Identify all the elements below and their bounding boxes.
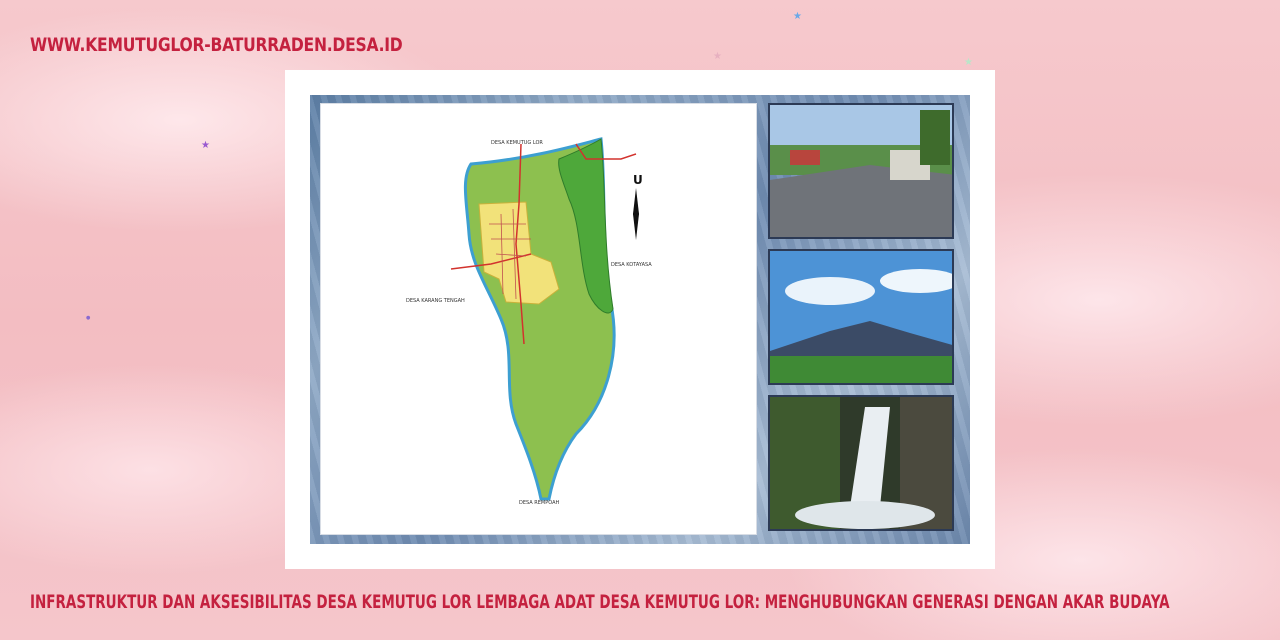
compass-label: U xyxy=(633,173,643,187)
sparkle-icon: ★ xyxy=(201,140,210,151)
village-map-collage: U DESA KEMUTUG LOR DESA KOTAYASA DESA KA… xyxy=(310,95,970,544)
label-south: DESA REMPOAH xyxy=(519,500,560,506)
article-caption[interactable]: INFRASTRUKTUR DAN AKSESIBILITAS DESA KEM… xyxy=(30,591,1170,613)
mountain-landscape-photo xyxy=(768,249,954,385)
sparkle-icon: ★ xyxy=(793,11,802,22)
label-north: DESA KEMUTUG LOR xyxy=(491,140,543,146)
sparkle-icon: ● xyxy=(86,315,91,321)
village-map: U DESA KEMUTUG LOR DESA KOTAYASA DESA KA… xyxy=(320,103,757,535)
label-west: DESA KARANG TENGAH xyxy=(406,298,465,304)
label-east: DESA KOTAYASA xyxy=(611,262,652,268)
waterfall-photo xyxy=(768,395,954,531)
map-illustration: U DESA KEMUTUG LOR DESA KOTAYASA DESA KA… xyxy=(406,137,652,506)
article-image-card[interactable]: U DESA KEMUTUG LOR DESA KOTAYASA DESA KA… xyxy=(285,70,995,569)
sparkle-icon: ★ xyxy=(964,57,973,68)
site-url[interactable]: WWW.KEMUTUGLOR-BATURRADEN.DESA.ID xyxy=(30,34,403,56)
sparkle-icon: ★ xyxy=(713,51,722,62)
village-road-photo xyxy=(768,103,954,239)
